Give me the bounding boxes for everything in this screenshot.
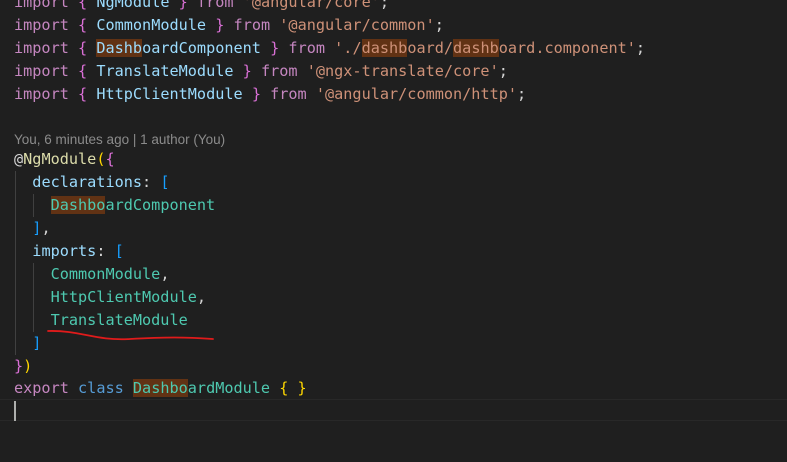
code-editor[interactable]: You, 6 minutes ago | 1 author (You) impo… — [0, 0, 787, 462]
text-cursor — [14, 401, 16, 421]
red-underline-annotation — [47, 330, 214, 341]
red-underline-stroke — [47, 330, 214, 341]
